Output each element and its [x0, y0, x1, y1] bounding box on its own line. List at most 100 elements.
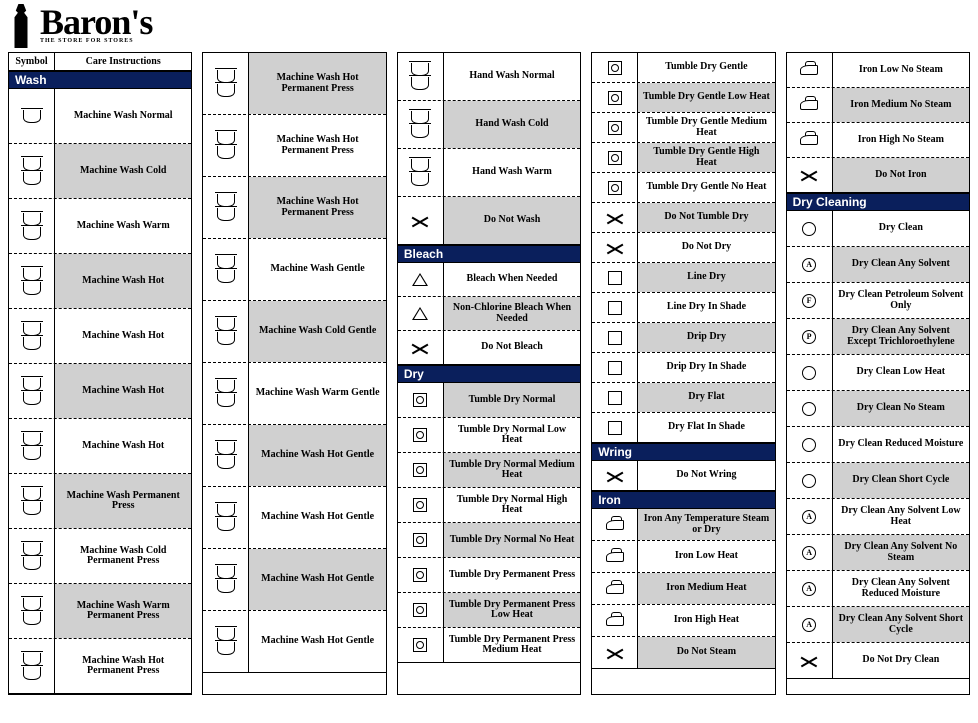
care-symbol-icon — [787, 355, 833, 390]
care-symbol-icon — [9, 199, 55, 253]
care-row: Do Not Wash — [398, 197, 580, 245]
care-symbol-icon — [592, 605, 638, 636]
care-label: Tumble Dry Normal — [444, 383, 580, 417]
care-row: Tumble Dry Normal No Heat — [398, 523, 580, 558]
care-row: Tumble Dry Normal High Heat — [398, 488, 580, 523]
care-label: Machine Wash Hot Permanent Press — [55, 639, 191, 693]
care-label: Do Not Iron — [833, 158, 969, 192]
care-symbol-icon — [592, 573, 638, 604]
care-label: Tumble Dry Normal Low Heat — [444, 418, 580, 452]
care-row: ADry Clean Any Solvent Low Heat — [787, 499, 969, 535]
care-symbol-icon — [398, 453, 444, 487]
care-row: Hand Wash Cold — [398, 101, 580, 149]
care-row: Machine Wash Warm Gentle — [203, 363, 385, 425]
care-symbol-icon — [9, 584, 55, 638]
care-label: Machine Wash Hot Permanent Press — [249, 115, 385, 176]
care-label: Tumble Dry Gentle High Heat — [638, 143, 774, 172]
care-row: PDry Clean Any Solvent Except Trichloroe… — [787, 319, 969, 355]
care-label: Do Not Dry — [638, 233, 774, 262]
care-label: Machine Wash Cold Permanent Press — [55, 529, 191, 583]
care-symbol-icon — [9, 529, 55, 583]
care-row: Do Not Dry Clean — [787, 643, 969, 679]
care-symbol-icon — [592, 293, 638, 322]
care-label: Machine Wash Hot Gentle — [249, 549, 385, 610]
care-symbol-icon — [787, 643, 833, 678]
care-row: ADry Clean Any Solvent No Steam — [787, 535, 969, 571]
care-symbol-icon — [9, 639, 55, 693]
care-label: Iron Medium Heat — [638, 573, 774, 604]
care-label: Non-Chlorine Bleach When Needed — [444, 297, 580, 330]
care-label: Do Not Bleach — [444, 331, 580, 364]
care-symbol-icon — [787, 427, 833, 462]
care-row: Tumble Dry Gentle Medium Heat — [592, 113, 774, 143]
care-row: Machine Wash Normal — [9, 89, 191, 144]
care-symbol-icon — [203, 301, 249, 362]
care-row: Machine Wash Hot — [9, 419, 191, 474]
care-symbol-icon — [398, 383, 444, 417]
care-label: Dry Clean Low Heat — [833, 355, 969, 390]
brand-name: Baron's — [40, 8, 152, 37]
care-symbol-icon — [592, 143, 638, 172]
care-symbol-icon — [398, 558, 444, 592]
care-symbol-icon — [592, 203, 638, 232]
care-label: Dry Clean Any Solvent Except Trichloroet… — [833, 319, 969, 354]
logo: Baron's THE STORE FOR STORES — [8, 4, 970, 48]
care-label: Machine Wash Permanent Press — [55, 474, 191, 528]
care-row: Machine Wash Hot Gentle — [203, 487, 385, 549]
care-row: Iron Low No Steam — [787, 53, 969, 88]
care-row: Iron High No Steam — [787, 123, 969, 158]
care-symbol-icon — [592, 53, 638, 82]
care-label: Do Not Dry Clean — [833, 643, 969, 678]
care-label: Tumble Dry Permanent Press Medium Heat — [444, 628, 580, 662]
care-row: Do Not Iron — [787, 158, 969, 193]
care-symbol-icon: A — [787, 247, 833, 282]
care-label: Machine Wash Hot Permanent Press — [249, 177, 385, 238]
care-row: Do Not Steam — [592, 637, 774, 669]
column-1: Symbol Care Instructions Wash Machine Wa… — [8, 52, 192, 695]
care-row: Machine Wash Hot — [9, 254, 191, 309]
care-symbol-icon — [9, 364, 55, 418]
care-label: Machine Wash Warm Gentle — [249, 363, 385, 424]
care-symbol-icon: F — [787, 283, 833, 318]
care-label: Tumble Dry Gentle — [638, 53, 774, 82]
care-row: Iron Low Heat — [592, 541, 774, 573]
care-label: Tumble Dry Permanent Press — [444, 558, 580, 592]
care-symbol-icon — [398, 53, 444, 100]
care-symbol-icon — [592, 113, 638, 142]
care-label: Line Dry — [638, 263, 774, 292]
care-label: Machine Wash Hot Gentle — [249, 425, 385, 486]
care-row: Tumble Dry Normal — [398, 383, 580, 418]
care-row: Tumble Dry Permanent Press — [398, 558, 580, 593]
section-dry: Dry — [398, 365, 580, 383]
care-row: Dry Clean — [787, 211, 969, 247]
care-symbol-icon — [787, 53, 833, 87]
section-dryclean: Dry Cleaning — [787, 193, 969, 211]
care-symbol-icon — [592, 353, 638, 382]
care-row: Do Not Bleach — [398, 331, 580, 365]
care-symbol-icon — [398, 593, 444, 627]
care-symbol-icon — [592, 383, 638, 412]
care-label: Tumble Dry Gentle Low Heat — [638, 83, 774, 112]
care-row: Machine Wash Warm — [9, 199, 191, 254]
care-row: Hand Wash Warm — [398, 149, 580, 197]
column-2: Machine Wash Hot Permanent PressMachine … — [202, 52, 386, 695]
care-label: Iron Low Heat — [638, 541, 774, 572]
care-row: Drip Dry In Shade — [592, 353, 774, 383]
care-row: Machine Wash Hot Permanent Press — [203, 115, 385, 177]
care-row: Line Dry — [592, 263, 774, 293]
care-symbol-icon — [592, 263, 638, 292]
care-row: Machine Wash Cold — [9, 144, 191, 199]
logo-figure-icon — [8, 4, 34, 48]
care-row: Line Dry In Shade — [592, 293, 774, 323]
care-symbol-icon — [9, 144, 55, 198]
care-row: Machine Wash Hot Gentle — [203, 549, 385, 611]
column-5: Iron Low No SteamIron Medium No SteamIro… — [786, 52, 970, 695]
care-label: Drip Dry In Shade — [638, 353, 774, 382]
care-label: Dry Clean Any Solvent Short Cycle — [833, 607, 969, 642]
care-symbol-icon — [398, 297, 444, 330]
care-symbol-icon — [203, 239, 249, 300]
care-row: Tumble Dry Gentle High Heat — [592, 143, 774, 173]
care-symbol-icon: A — [787, 499, 833, 534]
care-label: Dry Clean — [833, 211, 969, 246]
care-row: Do Not Dry — [592, 233, 774, 263]
